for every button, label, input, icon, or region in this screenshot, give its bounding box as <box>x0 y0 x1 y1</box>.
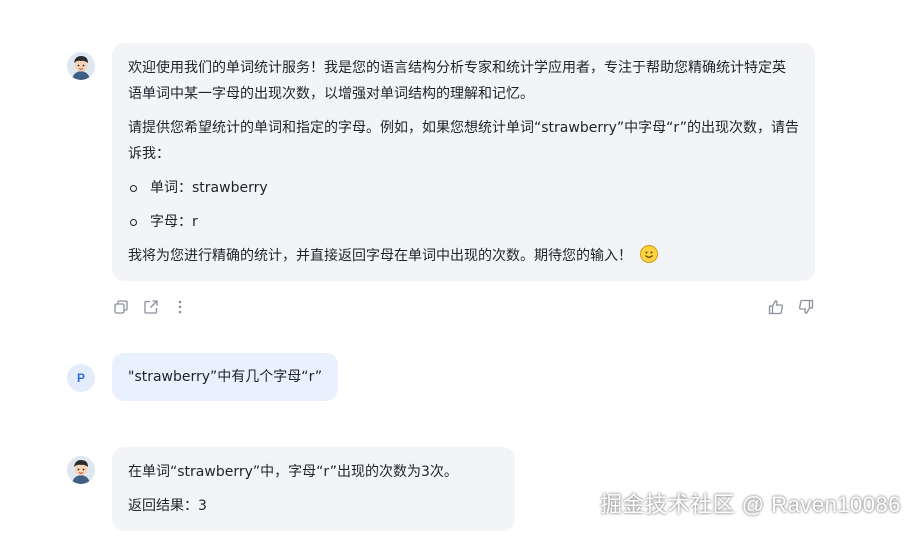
share-icon[interactable] <box>142 298 160 316</box>
user-message-bubble: "strawberry”中有几个字母“r” <box>112 353 339 401</box>
thumbs-up-icon[interactable] <box>767 298 785 316</box>
bot-avatar <box>67 52 95 80</box>
watermark: 掘金技术社区 @ Raven10086 <box>600 492 901 517</box>
smiling-face-emoji-icon <box>640 245 658 263</box>
bullet-circle-icon <box>130 218 137 226</box>
bot-result-text: 返回结果：3 <box>128 498 207 514</box>
user-message-text: "strawberry”中有几个字母“r” <box>128 369 323 385</box>
list-item-text: 单词：strawberry <box>150 180 268 196</box>
bot-avatar <box>67 456 95 484</box>
bot-message-paragraph: 欢迎使用我们的单词统计服务！我是您的语言结构分析专家和统计学应用者，专注于帮助您… <box>128 60 786 102</box>
user-avatar: P <box>67 364 95 392</box>
list-item: 字母：r <box>128 209 799 235</box>
more-icon[interactable] <box>171 298 189 316</box>
bot-message-paragraph: 请提供您希望统计的单词和指定的字母。例如，如果您想统计单词“strawberry… <box>128 120 799 162</box>
list-item-text: 字母：r <box>150 214 198 230</box>
bot-message-paragraph: 在单词“strawberry”中，字母“r”出现的次数为3次。 <box>128 464 458 480</box>
copy-icon[interactable] <box>112 298 130 316</box>
bot-message-bubble: 在单词“strawberry”中，字母“r”出现的次数为3次。 返回结果：3 <box>112 447 515 531</box>
bot-message-closing-text: 我将为您进行精确的统计，并直接返回字母在单词中出现的次数。期待您的输入！ <box>128 248 632 264</box>
bot-message-bubble: 欢迎使用我们的单词统计服务！我是您的语言结构分析专家和统计学应用者，专注于帮助您… <box>112 43 815 281</box>
bot-message-paragraph: 我将为您进行精确的统计，并直接返回字母在单词中出现的次数。期待您的输入！ <box>128 243 799 269</box>
thumbs-down-icon[interactable] <box>797 298 815 316</box>
list-item: 单词：strawberry <box>128 175 799 201</box>
bullet-circle-icon <box>130 184 137 192</box>
